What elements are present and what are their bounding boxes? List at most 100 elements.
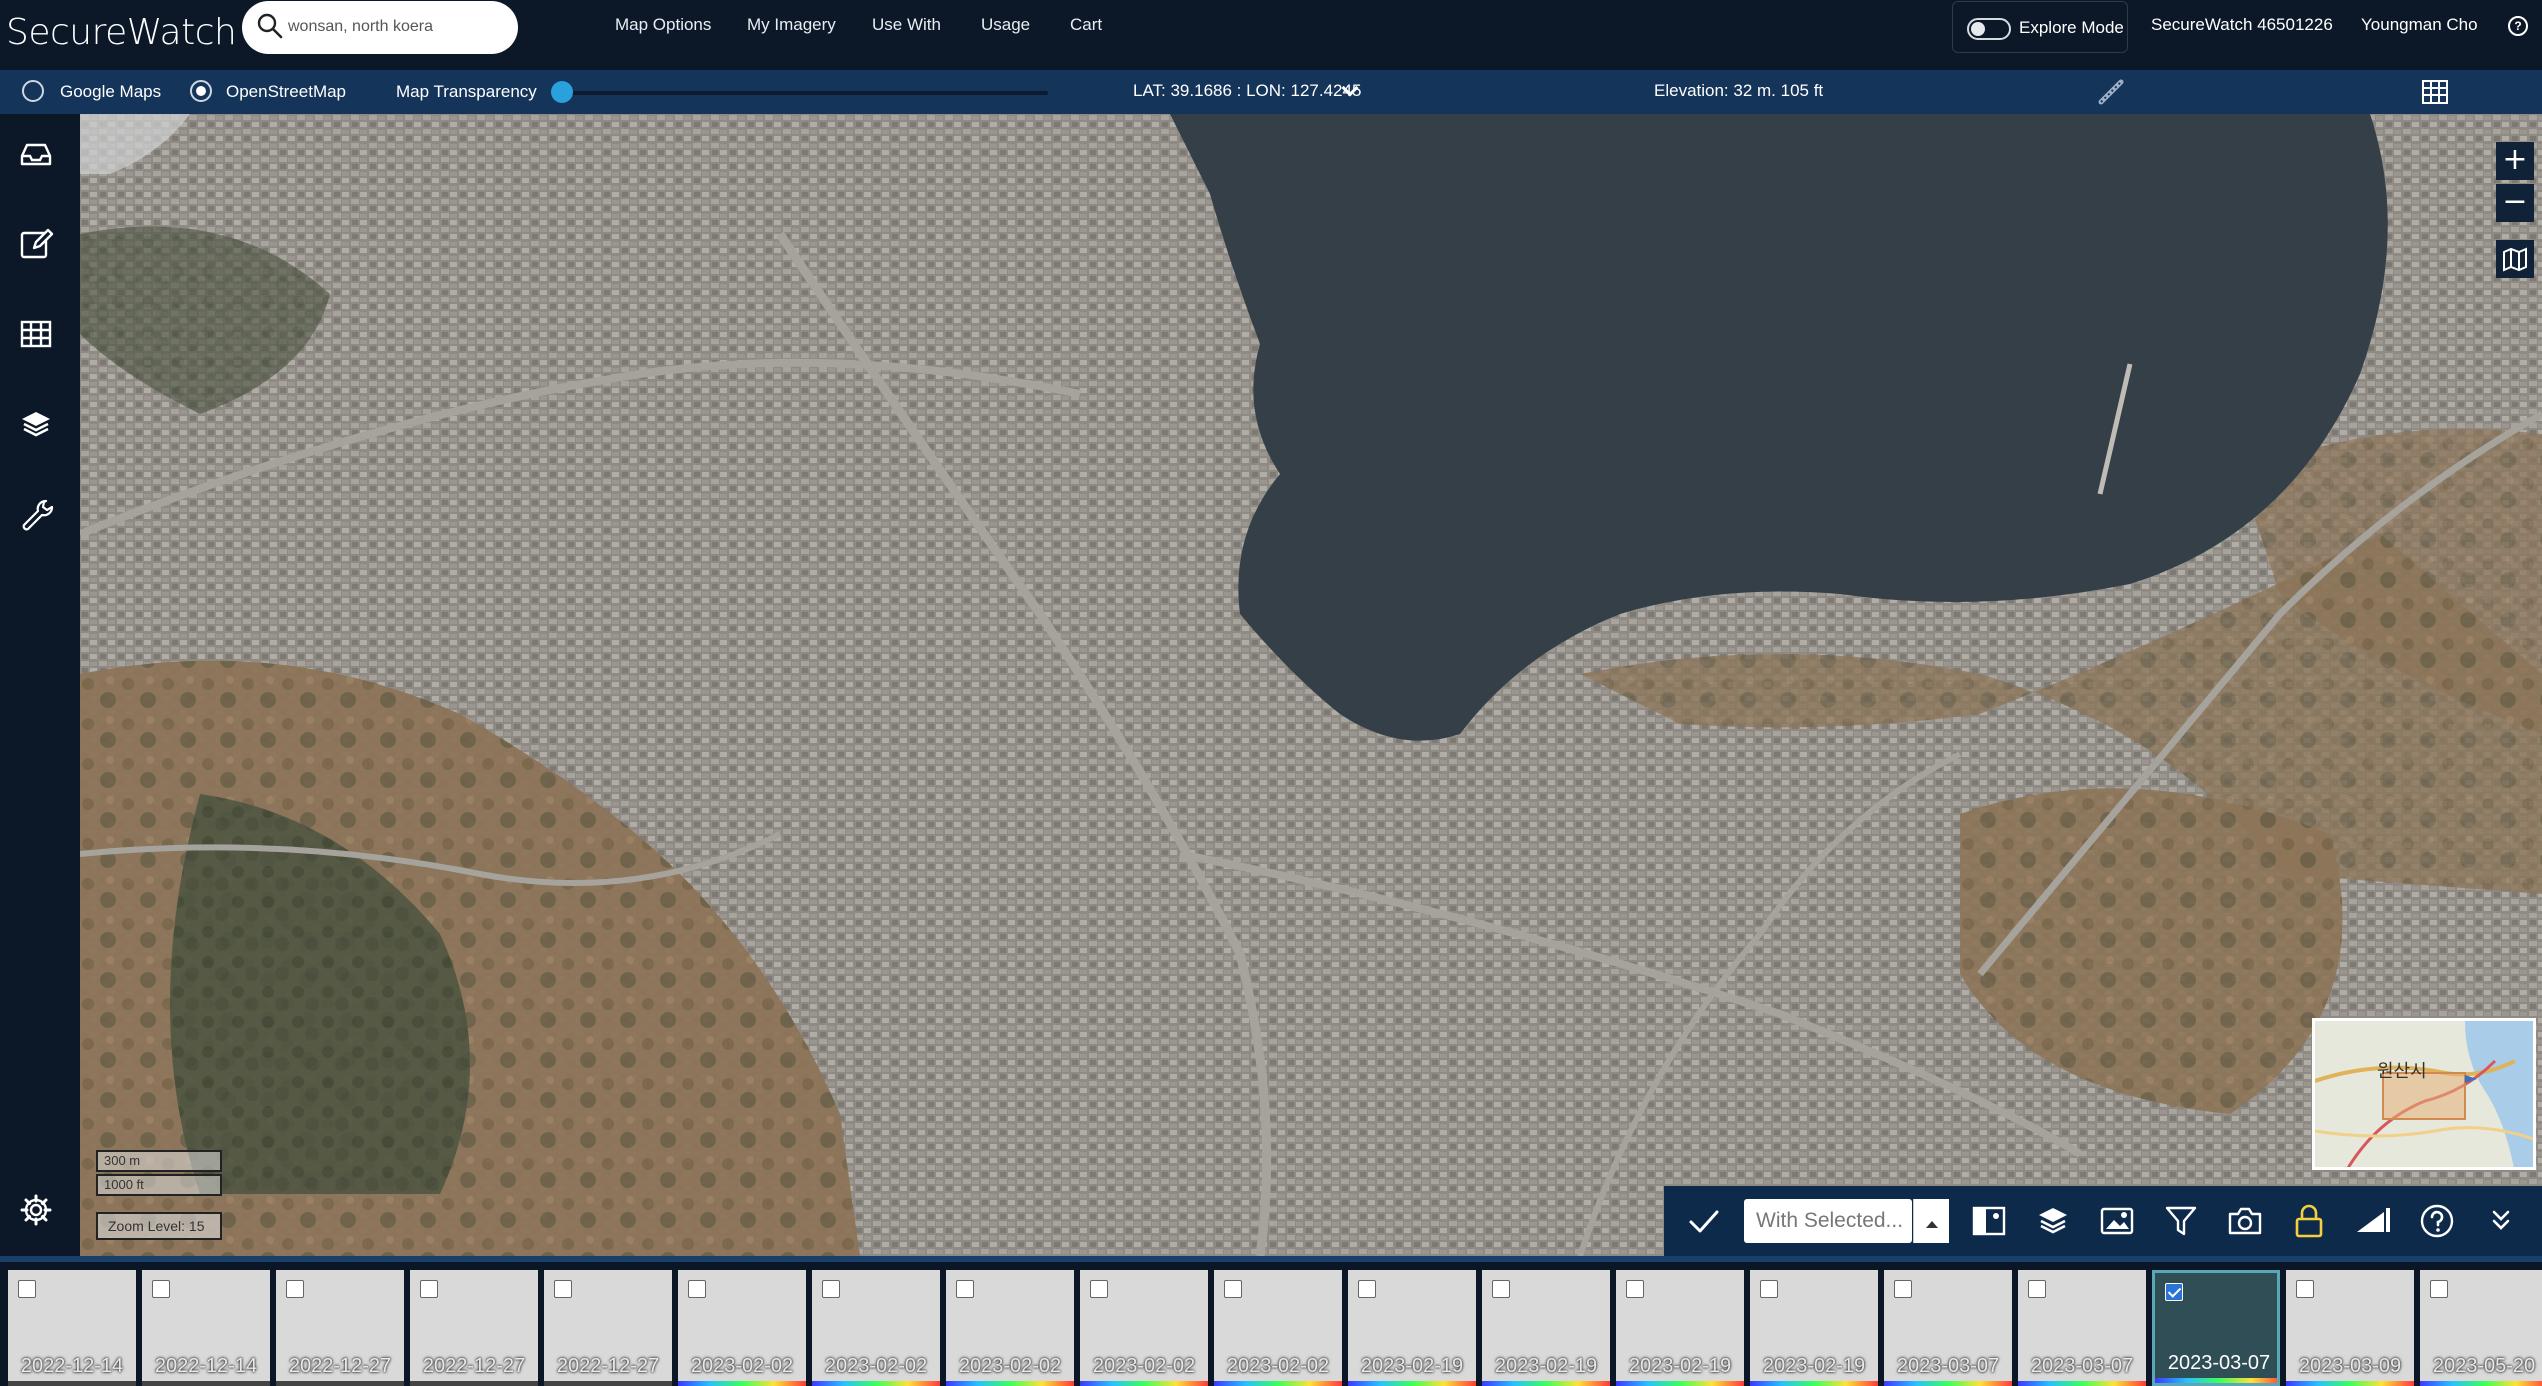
lock-icon[interactable]: [2290, 1202, 2328, 1240]
thumbnail-checkbox[interactable]: [1224, 1280, 1242, 1298]
thumbnail-checkbox[interactable]: [2028, 1280, 2046, 1298]
thumbnail-checkbox[interactable]: [956, 1280, 974, 1298]
lat-lon-readout: LAT: 39.1686 : LON: 127.4245: [1133, 81, 1362, 100]
help-icon[interactable]: ?: [2508, 16, 2528, 36]
transparency-slider-track[interactable]: [552, 91, 1048, 95]
imagery-thumbnail[interactable]: 2023-03-07: [2018, 1270, 2146, 1386]
inbox-icon[interactable]: [16, 134, 56, 174]
nav-cart[interactable]: Cart: [1070, 15, 1102, 35]
transparency-slider-knob[interactable]: [551, 81, 573, 103]
openstreetmap-radio[interactable]: [190, 80, 212, 102]
layers-icon[interactable]: [2034, 1202, 2072, 1240]
imagery-thumbnail[interactable]: 2022-12-14: [8, 1270, 136, 1386]
app-brand[interactable]: SecureWatch: [6, 12, 237, 53]
double-chevron-down-icon[interactable]: [2482, 1202, 2520, 1240]
nav-my-imagery[interactable]: My Imagery: [747, 15, 836, 35]
image-icon[interactable]: [2098, 1202, 2136, 1240]
thumbnail-date: 2023-02-02: [958, 1355, 1062, 1377]
check-icon[interactable]: [1686, 1204, 1722, 1240]
imagery-thumbnail[interactable]: 2023-02-02: [1080, 1270, 1208, 1386]
with-selected-label: With Selected...: [1756, 1209, 1904, 1232]
nav-map-options[interactable]: Map Options: [615, 15, 711, 35]
measure-ruler-icon[interactable]: [2096, 78, 2126, 106]
with-selected-arrow[interactable]: [1913, 1199, 1949, 1243]
user-name[interactable]: Youngman Cho: [2361, 15, 2478, 35]
imagery-filmstrip: 2022-12-14 2022-12-14 2022-12-27 2022-12…: [0, 1256, 2542, 1386]
filter-icon[interactable]: [2162, 1202, 2200, 1240]
imagery-thumbnail-selected[interactable]: 2023-03-07: [2152, 1270, 2280, 1386]
thumbnail-date: 2022-12-27: [556, 1355, 660, 1377]
brightness-icon[interactable]: [2354, 1202, 2392, 1240]
search-box[interactable]: [242, 1, 518, 54]
thumbnail-checkbox[interactable]: [152, 1280, 170, 1298]
explore-mode-toggle[interactable]: Explore Mode: [1952, 1, 2128, 53]
thumbnail-checkbox[interactable]: [1760, 1280, 1778, 1298]
selection-toolbar: With Selected...: [1664, 1186, 2542, 1256]
imagery-thumbnail[interactable]: 2023-05-20: [2420, 1270, 2542, 1386]
map-view-button[interactable]: [2496, 240, 2534, 278]
toggle-switch[interactable]: [1967, 18, 2011, 40]
nav-usage[interactable]: Usage: [981, 15, 1030, 35]
imagery-thumbnail[interactable]: 2023-02-02: [946, 1270, 1074, 1386]
thumbnail-checkbox[interactable]: [822, 1280, 840, 1298]
help-icon[interactable]: [2418, 1202, 2456, 1240]
zoom-level-indicator: Zoom Level: 15: [96, 1212, 222, 1240]
zoom-out-button[interactable]: −: [2496, 184, 2534, 222]
imagery-thumbnail[interactable]: 2023-02-19: [1750, 1270, 1878, 1386]
imagery-thumbnail[interactable]: 2023-02-19: [1616, 1270, 1744, 1386]
scale-bar-feet: 1000 ft: [96, 1174, 222, 1196]
imagery-thumbnail[interactable]: 2023-02-19: [1482, 1270, 1610, 1386]
thumbnail-checkbox[interactable]: [1358, 1280, 1376, 1298]
satellite-map[interactable]: + − 300 m 1000 ft Zoom Level: 15 원산시: [80, 114, 2542, 1256]
camera-icon[interactable]: [2226, 1202, 2264, 1240]
thumbnail-date: 2023-03-07: [2167, 1352, 2271, 1374]
imagery-thumbnail[interactable]: 2022-12-27: [276, 1270, 404, 1386]
satellite-imagery: [80, 114, 2542, 1256]
imagery-thumbnail[interactable]: 2023-02-02: [678, 1270, 806, 1386]
imagery-thumbnail[interactable]: 2022-12-27: [410, 1270, 538, 1386]
settings-gear-icon[interactable]: [16, 1190, 56, 1230]
thumbnail-checkbox[interactable]: [18, 1280, 36, 1298]
imagery-thumbnail[interactable]: 2023-02-02: [812, 1270, 940, 1386]
layers-icon[interactable]: [16, 404, 56, 444]
nav-use-with[interactable]: Use With: [872, 15, 941, 35]
thumbnail-date: 2023-02-02: [1092, 1355, 1196, 1377]
grid-icon[interactable]: [2420, 78, 2450, 106]
google-maps-radio[interactable]: [22, 80, 44, 102]
openstreetmap-label: OpenStreetMap: [226, 82, 347, 101]
image-compare-icon[interactable]: [1970, 1202, 2008, 1240]
edit-icon[interactable]: [16, 224, 56, 264]
thumbnail-checkbox[interactable]: [2430, 1280, 2448, 1298]
imagery-thumbnail[interactable]: 2023-03-07: [1884, 1270, 2012, 1386]
top-bar: SecureWatch Map Options My Imagery Use W…: [0, 0, 2542, 70]
search-input[interactable]: [288, 13, 498, 41]
thumbnail-checkbox[interactable]: [1492, 1280, 1510, 1298]
imagery-thumbnail[interactable]: 2022-12-14: [142, 1270, 270, 1386]
thumbnail-checkbox[interactable]: [2165, 1283, 2183, 1301]
thumbnail-checkbox[interactable]: [688, 1280, 706, 1298]
thumbnail-checkbox[interactable]: [2296, 1280, 2314, 1298]
imagery-thumbnail[interactable]: 2023-02-19: [1348, 1270, 1476, 1386]
imagery-thumbnail[interactable]: 2022-12-27: [544, 1270, 672, 1386]
with-selected-dropdown[interactable]: With Selected...: [1744, 1199, 1912, 1243]
thumbnail-date: 2023-02-19: [1628, 1355, 1732, 1377]
thumbnail-checkbox[interactable]: [554, 1280, 572, 1298]
imagery-thumbnail[interactable]: 2023-03-09: [2286, 1270, 2414, 1386]
thumbnail-checkbox[interactable]: [1090, 1280, 1108, 1298]
wrench-icon[interactable]: [16, 494, 56, 534]
overview-minimap[interactable]: 원산시: [2312, 1018, 2536, 1170]
thumbnail-date: 2023-02-02: [690, 1355, 794, 1377]
elevation-readout: Elevation: 32 m. 105 ft: [1654, 81, 1824, 100]
thumbnail-checkbox[interactable]: [286, 1280, 304, 1298]
imagery-thumbnail[interactable]: 2023-02-02: [1214, 1270, 1342, 1386]
account-id[interactable]: SecureWatch 46501226: [2151, 15, 2333, 35]
thumbnail-checkbox[interactable]: [1894, 1280, 1912, 1298]
table-icon[interactable]: [16, 314, 56, 354]
thumbnail-checkbox[interactable]: [420, 1280, 438, 1298]
zoom-in-button[interactable]: +: [2496, 142, 2534, 180]
left-sidebar: [0, 114, 80, 1256]
thumbnail-date: 2023-02-19: [1494, 1355, 1598, 1377]
thumbnail-date: 2022-12-27: [288, 1355, 392, 1377]
thumbnail-date: 2023-02-02: [1226, 1355, 1330, 1377]
thumbnail-checkbox[interactable]: [1626, 1280, 1644, 1298]
